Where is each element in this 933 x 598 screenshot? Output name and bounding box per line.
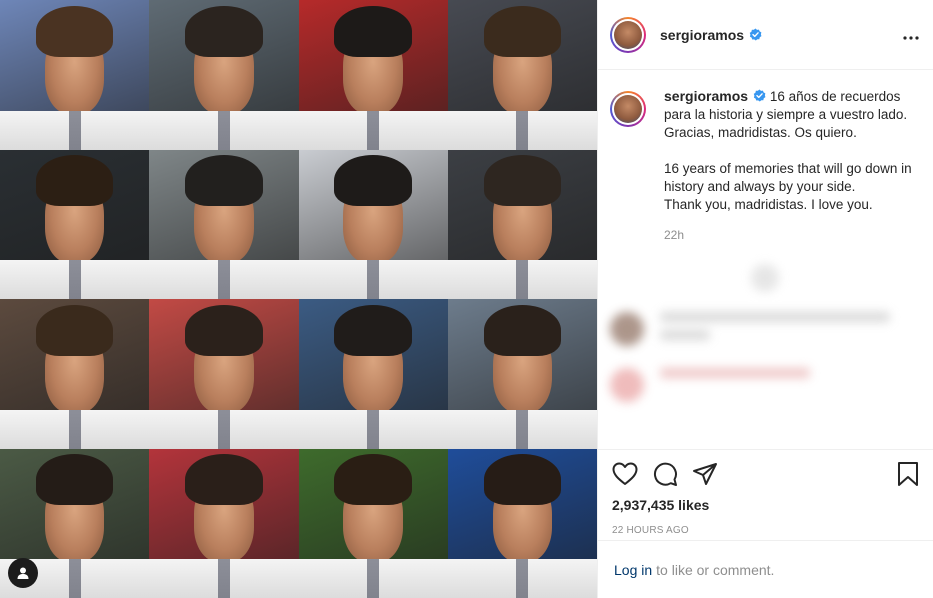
photo-tile bbox=[0, 299, 150, 449]
photo-tile bbox=[0, 0, 150, 150]
user-tag-icon[interactable] bbox=[8, 558, 38, 588]
share-icon[interactable] bbox=[692, 462, 718, 486]
more-options-icon[interactable] bbox=[903, 24, 919, 45]
verified-badge-icon bbox=[753, 89, 766, 102]
caption-username[interactable]: sergioramos bbox=[664, 88, 748, 104]
caption: sergioramos 16 años de recuerdos para la… bbox=[610, 87, 919, 214]
caption-body: sergioramos 16 años de recuerdos para la… bbox=[664, 87, 914, 214]
post-media[interactable] bbox=[0, 0, 597, 598]
list-item bbox=[610, 368, 919, 402]
photo-tile bbox=[447, 149, 597, 299]
photo-tile bbox=[298, 299, 448, 449]
post-side-panel: sergioramos sergioramos 16 años de recue… bbox=[597, 0, 933, 598]
loading-spinner-icon bbox=[750, 264, 779, 292]
photo-tile bbox=[298, 448, 448, 598]
login-link[interactable]: Log in bbox=[614, 562, 652, 578]
caption-timestamp[interactable]: 22h bbox=[664, 228, 919, 242]
photo-collage bbox=[0, 0, 597, 598]
photo-tile bbox=[149, 149, 299, 299]
avatar[interactable] bbox=[610, 16, 646, 53]
list-item bbox=[610, 312, 919, 348]
header-username[interactable]: sergioramos bbox=[660, 27, 744, 43]
photo-tile bbox=[149, 448, 299, 598]
photo-tile bbox=[447, 0, 597, 150]
caption-text: 16 años de recuerdos para la historia y … bbox=[664, 89, 912, 212]
photo-tile bbox=[298, 149, 448, 299]
blurred-comments bbox=[610, 264, 919, 402]
heart-icon[interactable] bbox=[612, 462, 638, 486]
post-header: sergioramos bbox=[598, 0, 933, 70]
photo-tile bbox=[0, 149, 150, 299]
likes-count[interactable]: 2,937,435 likes bbox=[612, 497, 919, 513]
comments-area[interactable]: sergioramos 16 años de recuerdos para la… bbox=[598, 71, 933, 449]
photo-tile bbox=[149, 299, 299, 449]
photo-tile bbox=[447, 299, 597, 449]
photo-tile bbox=[298, 0, 448, 150]
verified-badge-icon bbox=[749, 28, 762, 41]
photo-tile bbox=[447, 448, 597, 598]
action-bar bbox=[612, 460, 919, 488]
login-prompt: Log in to like or comment. bbox=[598, 540, 933, 598]
post-timestamp[interactable]: 22 HOURS AGO bbox=[612, 525, 919, 536]
caption-avatar[interactable] bbox=[610, 91, 646, 127]
post-actions: 2,937,435 likes 22 HOURS AGO bbox=[598, 449, 933, 536]
login-prompt-text: to like or comment. bbox=[656, 561, 775, 578]
photo-tile bbox=[149, 0, 299, 150]
bookmark-icon[interactable] bbox=[897, 461, 919, 487]
comment-icon[interactable] bbox=[652, 461, 678, 487]
